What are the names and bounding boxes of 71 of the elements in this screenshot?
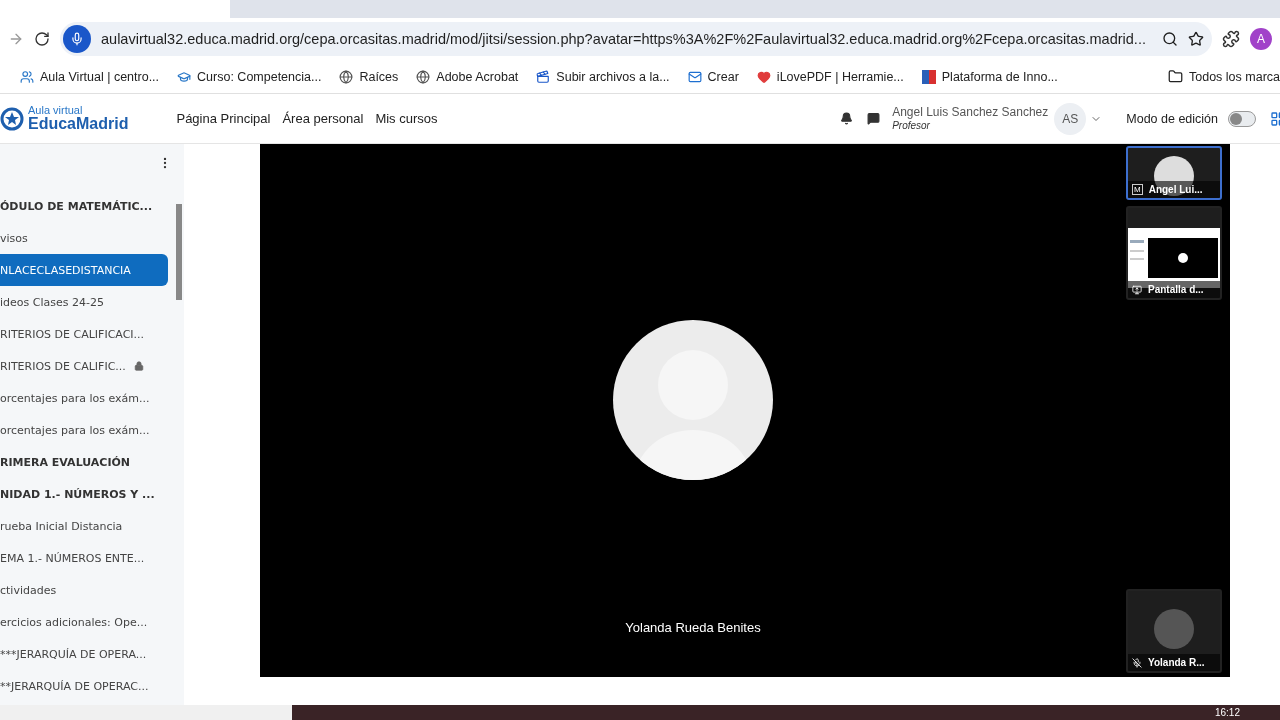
participant-thumbnail[interactable]: Pantalla d... [1126,206,1222,300]
star-icon[interactable] [1188,31,1204,47]
zoom-icon[interactable] [1162,31,1178,47]
bookmark[interactable]: Crear [687,69,739,84]
forward-icon[interactable] [8,31,24,47]
course-item[interactable]: orcentajes para los exám... [0,414,168,446]
course-item[interactable]: ***JERARQUÍA DE OPERA... [0,638,168,670]
clock-time: 16:12 [1214,707,1240,718]
section-heading[interactable]: NIDAD 1.- NÚMEROS Y ... [0,478,168,510]
section-heading[interactable]: ÓDULO DE MATEMÁTIC... [0,190,168,222]
participant-thumbnail[interactable]: Yolanda R... [1126,589,1222,673]
scrollbar[interactable] [176,204,182,300]
course-item[interactable]: rueba Inicial Distancia [0,510,168,542]
bookmark[interactable]: Adobe Acrobat [416,69,519,84]
profile-avatar[interactable]: A [1250,28,1272,50]
bookmark[interactable]: Curso: Competencia... [177,69,322,84]
nav-link[interactable]: Área personal [282,111,364,126]
course-item[interactable]: ctividades [0,574,168,606]
all-bookmarks[interactable]: Todos los marca [1168,69,1280,84]
user-name: Angel Luis Sanchez Sanchez [892,106,1049,120]
microphone-button[interactable] [63,25,91,53]
url-text: aulavirtual32.educa.madrid.org/cepa.orcasitas.madrid/mod/jitsi/session.php?avatar=https%3A%2F%2Faulavirtual32.educa.madrid.org%2Fcepa.orcasitas.madrid... [101,31,1147,47]
heart-icon [756,69,771,84]
reload-icon[interactable] [34,31,50,47]
course-item[interactable]: RITERIOS DE CALIFIC... [0,350,168,382]
nav-link[interactable]: Página Principal [176,111,271,126]
bookmark[interactable]: Aula Virtual | centro... [20,69,160,84]
course-item[interactable]: EMA 1.- NÚMEROS ENTE... [0,542,168,574]
clapperboard-icon [536,69,551,84]
course-item[interactable]: orcentajes para los exám... [0,382,168,414]
user-role: Profesor [892,119,931,131]
speaker-name: Yolanda Rueda Benites [625,620,761,635]
nav-link[interactable]: Mis cursos [375,111,438,126]
course-item[interactable]: ercicios adicionales: Ope... [0,606,168,638]
avatar-icon [1154,609,1194,649]
logo-subtitle: Aula virtual [28,105,84,116]
participant-name: Yolanda R... [1148,657,1205,668]
bookmark[interactable]: Plataforma de Inno... [921,69,1058,84]
graduation-cap-icon [177,69,192,84]
participant-name: Pantalla d... [1148,284,1204,295]
bookmark[interactable]: Raíces [339,69,399,84]
section-heading[interactable]: RIMERA EVALUACIÓN [0,446,168,478]
avatar-icon [613,320,773,480]
folder-icon [1168,69,1183,84]
course-item[interactable]: **JERARQUÍA DE OPERAC... [0,670,168,702]
participant-name: Angel Lui... [1148,184,1203,195]
mail-icon [687,69,702,84]
extensions-icon[interactable] [1222,30,1240,48]
edit-mode-switch[interactable] [1228,110,1256,127]
participant-thumbnail[interactable]: M Angel Lui... [1126,146,1222,200]
muted-mic-icon [1132,657,1142,668]
logo-title: EducaMadrid [28,116,129,132]
globe-icon [416,69,431,84]
course-item[interactable]: visos [0,222,168,254]
edit-mode-label: Modo de edición [1126,111,1218,126]
course-item[interactable]: NLACECLASEDISTANCIA [0,254,168,286]
people-icon [20,69,34,84]
chat-icon[interactable] [867,112,881,125]
logo-icon [0,106,24,131]
screen-share-icon [1132,284,1142,295]
bookmark[interactable]: iLovePDF | Herramie... [756,69,904,84]
course-item[interactable]: ideos Clases 24-25 [0,286,168,318]
address-bar[interactable]: aulavirtual32.educa.madrid.org/cepa.orcasitas.madrid/mod/jitsi/session.php?avatar=https%3A%2F%2Faulavirtual32.educa.madrid.org%2Fcepa.orcasitas.madrid... [60,22,1212,56]
course-item[interactable]: RITERIOS DE CALIFICACI... [0,318,168,350]
flag-icon [921,69,936,84]
moderator-badge: M [1132,184,1143,195]
bookmark[interactable]: Subir archivos a la... [536,69,670,84]
bell-icon[interactable] [840,112,854,125]
user-avatar[interactable]: AS [1054,102,1087,135]
mic-icon [70,32,84,46]
globe-icon [339,69,354,84]
